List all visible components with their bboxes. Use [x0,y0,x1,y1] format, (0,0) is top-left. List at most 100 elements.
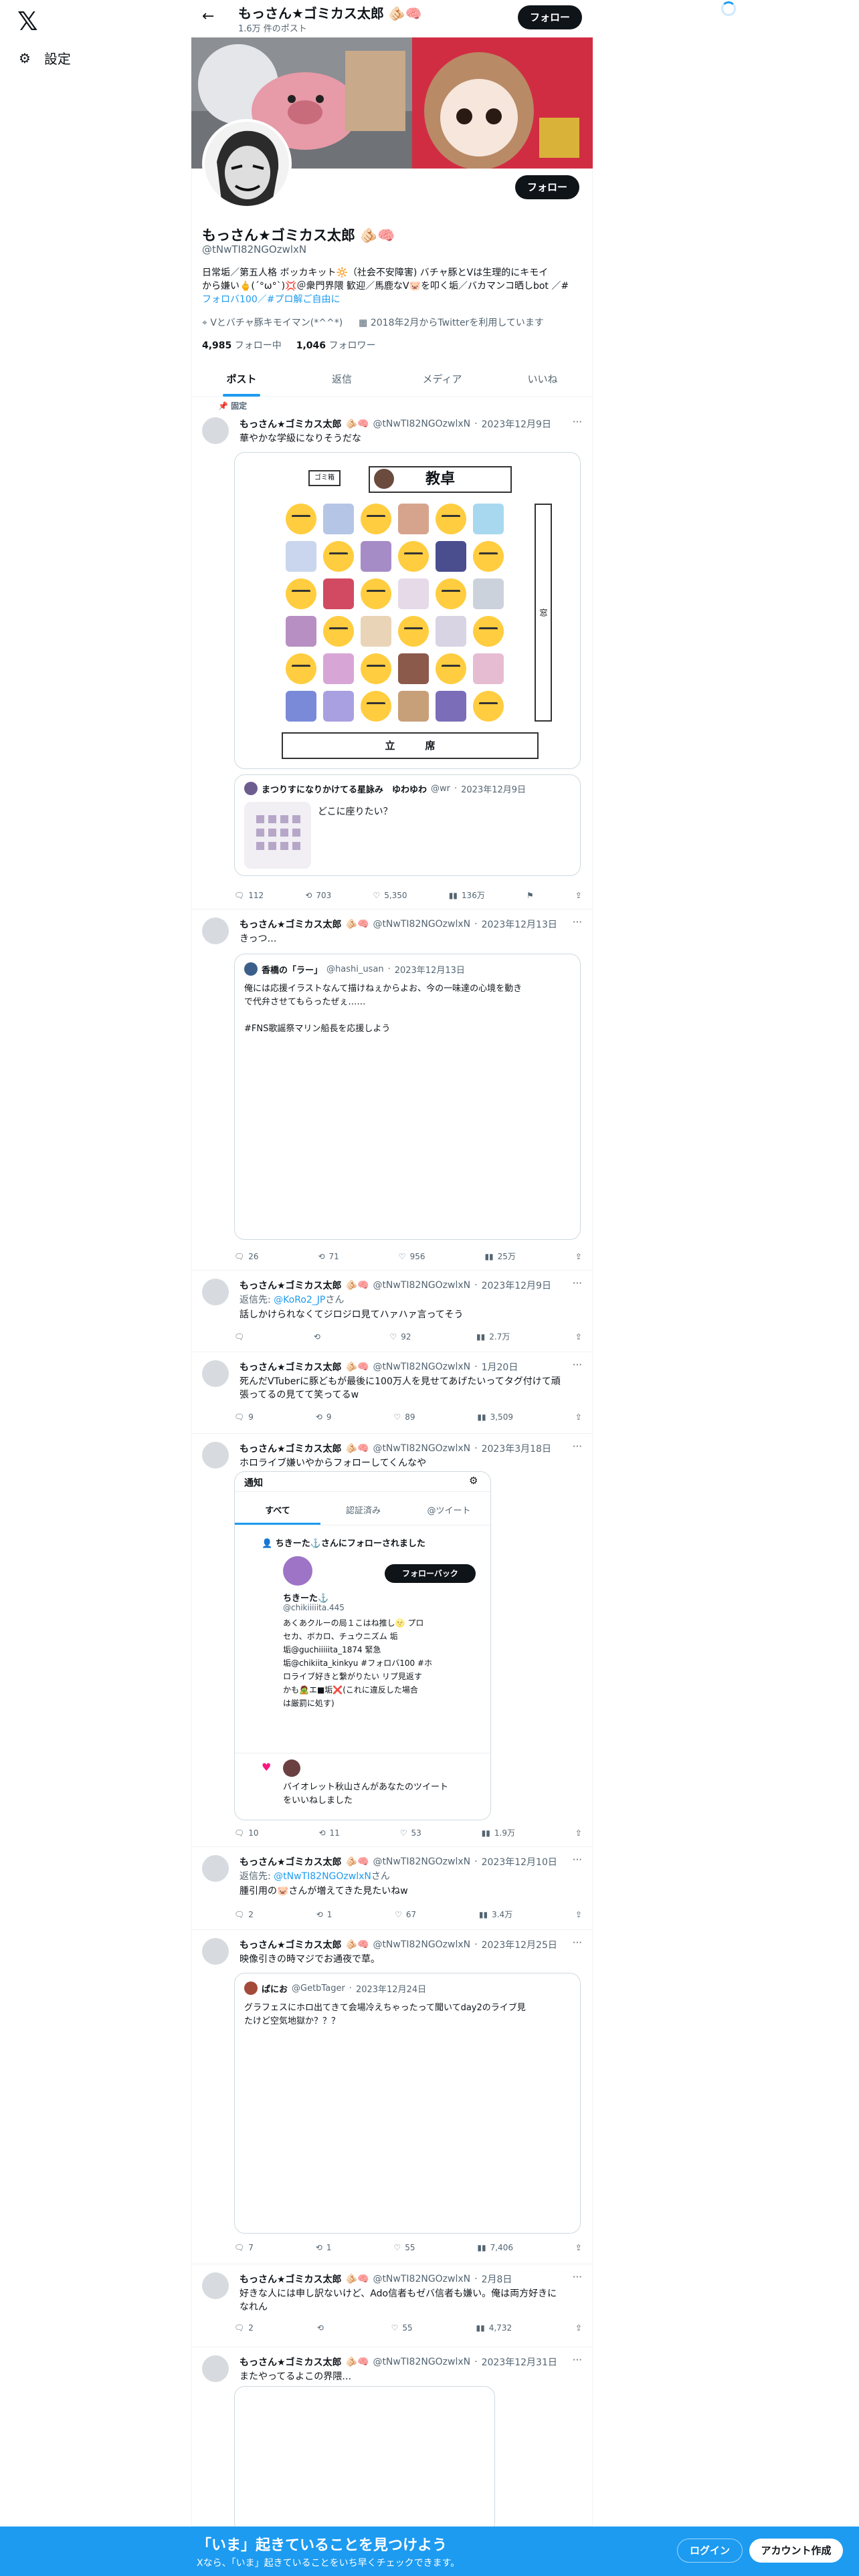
share-button[interactable]: ⇪ [575,889,582,901]
quote-text: どこに座りたい？ [318,807,393,817]
header-post-count: 1.6万 件のポスト [238,24,307,34]
views-button[interactable]: ▮▮ 1.9万 [482,1827,515,1838]
share-button[interactable]: ⇪ [575,2323,582,2333]
seat-emoji [286,578,316,609]
profile-joined: ▦ 2018年2月からTwitterを利用しています [359,318,544,328]
reply-to: 返信先: @KoRo2_JPさん [240,1295,345,1305]
share-button[interactable]: ⇪ [575,1827,582,1838]
quote-avatar [244,962,258,976]
tweet-actions: 🗨 112 ⟲ 703 ♡ 5,350 ▮▮ 136万 ⚑ ⇪ [234,889,582,901]
x-logo-icon[interactable]: 𝕏 [17,7,38,36]
like-button[interactable]: ♡ 92 [389,1331,411,1342]
like-button[interactable]: ♡ 55 [393,2243,415,2252]
reply-button[interactable]: 🗨 2 [234,2323,254,2333]
tweet-avatar[interactable] [202,1279,229,1305]
tab-likes[interactable]: いいね [492,361,593,397]
like-button[interactable]: ♡ 5,350 [373,889,407,901]
share-button[interactable]: ⇪ [575,1909,582,1920]
signup-banner: 「いま」起きていることを見つけよう Xなら、「いま」起きていることをいち早くチェ… [0,2527,859,2576]
retweet-button[interactable]: ⟲ [314,1331,324,1342]
follow-button[interactable]: フォロー [515,175,579,199]
share-button[interactable]: ⇪ [575,1251,582,1262]
bookmark-button[interactable]: ⚑ [527,889,534,901]
back-arrow-icon[interactable]: ← [202,8,214,25]
share-button[interactable]: ⇪ [575,1331,582,1342]
more-options-icon[interactable]: ··· [573,1277,582,1289]
more-options-icon[interactable]: ··· [573,2271,582,2283]
retweet-button[interactable]: ⟲ 9 [316,1412,332,1422]
reply-button[interactable]: 🗨 [234,1331,248,1342]
quoted-tweet[interactable]: まつりすになりかけてる星詠み ゆわゆわ @wr · 2023年12月9日 どこに座… [234,774,581,876]
reply-button[interactable]: 🗨 9 [234,1412,254,1422]
seat-emoji [436,578,466,609]
quote-header: まつりすになりかけてる星詠み ゆわゆわ @wr · 2023年12月9日 [244,782,526,795]
views-button[interactable]: ▮▮ 25万 [484,1251,516,1262]
reply-button[interactable]: 🗨 2 [234,1909,254,1920]
tweet-avatar[interactable] [202,1855,229,1882]
retweet-button[interactable]: ⟲ 703 [305,889,331,901]
quote-thumbnail[interactable] [244,802,311,869]
notification-screenshot[interactable]: 通知 ⚙ すべて 認証済み @ツイート 👤 ちきーた⚓️さんにフォローされました… [234,1471,491,1820]
nav-settings[interactable]: ⚙ 設定 [19,48,71,68]
signup-button[interactable]: アカウント作成 [749,2539,843,2563]
tweet-avatar[interactable] [202,1360,229,1387]
tweet-avatar[interactable] [202,2355,229,2382]
profile-avatar[interactable] [202,119,292,209]
retweet-button[interactable]: ⟲ 1 [316,2243,332,2252]
reply-button[interactable]: 🗨 112 [234,889,264,901]
seat-emoji [361,653,391,684]
tab-posts[interactable]: ポスト [191,361,292,397]
retweet-button[interactable]: ⟲ [317,2323,328,2333]
retweet-button[interactable]: ⟲ 71 [318,1251,339,1262]
seat-avatar [398,653,429,684]
more-options-icon[interactable]: ··· [573,916,582,928]
tweet-media[interactable] [234,2386,495,2533]
followers-link[interactable]: 1,046 フォロワー [296,338,376,352]
more-options-icon[interactable]: ··· [573,2354,582,2366]
views-button[interactable]: ▮▮ 2.7万 [476,1331,510,1342]
reply-button[interactable]: 🗨 7 [234,2243,254,2252]
quoted-tweet[interactable]: 香橋の「ラー」 @hashi_usan · 2023年12月13日 俺には応援イラ… [234,954,581,1240]
tweet-avatar[interactable] [202,2272,229,2299]
more-options-icon[interactable]: ··· [573,1440,582,1453]
more-options-icon[interactable]: ··· [573,1937,582,1949]
tweet-item[interactable]: もっさん★ゴミカス太郎 🫵🏻🧠 @tNwTI82NGOzwlxN · 2月8日 ··… [191,2264,593,2347]
views-button[interactable]: ▮▮ 7,406 [477,2243,513,2252]
more-options-icon[interactable]: ··· [573,416,582,428]
retweet-button[interactable]: ⟲ 11 [318,1827,339,1838]
login-button[interactable]: ログイン [677,2539,743,2563]
like-button[interactable]: ♡ 89 [393,1412,415,1422]
tweet-avatar[interactable] [202,1938,229,1965]
header-follow-button[interactable]: フォロー [518,5,582,29]
views-button[interactable]: ▮▮ 4,732 [476,2323,512,2333]
views-button[interactable]: ▮▮ 136万 [449,889,485,901]
share-button[interactable]: ⇪ [575,2243,582,2252]
tweet-avatar[interactable] [202,1442,229,1469]
nav-settings-label: 設定 [43,51,71,67]
tweet-text: 華やかな学級になりそうだな [240,433,361,444]
quoted-tweet[interactable]: ぱにお @GetbTager · 2023年12月24日 グラフェスにホロ出てきて… [234,1973,581,2234]
more-options-icon[interactable]: ··· [573,1854,582,1866]
tweet-avatar[interactable] [202,918,229,944]
like-button[interactable]: ♡ 956 [399,1251,425,1262]
retweet-button[interactable]: ⟲ 1 [316,1909,332,1920]
seat-emoji [323,616,354,647]
tweet-avatar[interactable] [202,417,229,444]
tab-media[interactable]: メディア [392,361,492,397]
like-button[interactable]: ♡ 67 [395,1909,416,1920]
like-button[interactable]: ♡ 53 [400,1827,421,1838]
like-button[interactable]: ♡ 55 [391,2323,413,2333]
tweet-header: もっさん★ゴミカス太郎 🫵🏻🧠 @tNwTI82NGOzwlxN · 2023年12… [240,1856,557,1868]
reply-button[interactable]: 🗨 10 [234,1827,259,1838]
views-button[interactable]: ▮▮ 3.4万 [479,1909,512,1920]
reply-button[interactable]: 🗨 26 [234,1251,259,1262]
views-button[interactable]: ▮▮ 3,509 [477,1412,513,1422]
share-button[interactable]: ⇪ [575,1412,582,1422]
tweet-actions: 🗨 2 ⟲ 1 ♡ 67 ▮▮ 3.4万 ⇪ [234,1909,582,1920]
tab-replies[interactable]: 返信 [292,361,392,397]
seat-chart-image[interactable]: ゴミ箱 教卓 窓 立 席 [234,452,581,769]
following-link[interactable]: 4,985 フォロー中 [202,338,282,352]
tweet-header: もっさん★ゴミカス太郎 🫵🏻🧠 @tNwTI82NGOzwlxN · 2023年12… [240,419,551,430]
profile-location: ⌖ Vとバチャ豚キモイマン(*^^*) [202,318,343,328]
more-options-icon[interactable]: ··· [573,1359,582,1371]
